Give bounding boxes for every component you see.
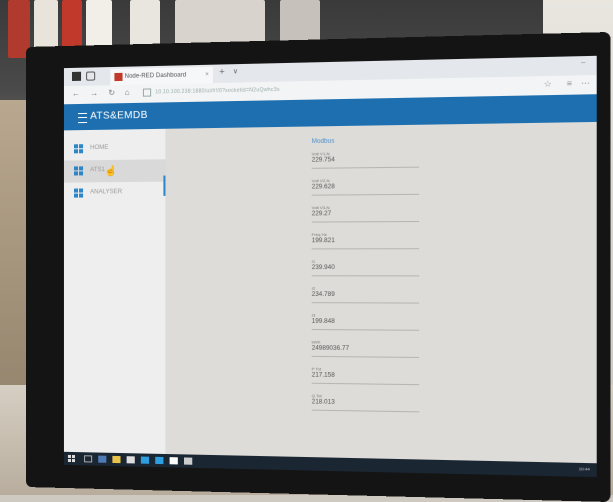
home-button[interactable]: ⌂ [125, 88, 130, 97]
field-value: 234.789 [311, 291, 335, 299]
field-value: 199.821 [311, 237, 335, 245]
readout-field: Freq Hz 199.821 [311, 231, 420, 258]
field-value: 229.628 [311, 184, 335, 191]
group-title: Modbus [311, 138, 335, 146]
node-red-favicon-icon [114, 72, 123, 82]
field-underline [311, 166, 420, 169]
app-title: ATS&EMDB [90, 109, 148, 122]
field-label: I2 [311, 285, 316, 291]
field-value: 218.013 [311, 399, 335, 406]
hub-icon[interactable]: ≡ [567, 79, 572, 89]
field-value: 24989036.77 [311, 345, 350, 353]
back-button[interactable]: ← [72, 89, 80, 98]
windows-start-icon[interactable] [67, 454, 76, 463]
readout-field: Volt V3-N 229.27 [311, 204, 420, 232]
sidebar-item-label: HOME [90, 144, 109, 152]
store-icon[interactable] [126, 456, 135, 464]
readout-field: I2 234.789 [311, 285, 420, 313]
field-underline [311, 248, 420, 250]
readout-field: I3 199.848 [311, 312, 420, 340]
field-underline [311, 329, 420, 331]
dashboard-icon [74, 144, 84, 154]
readout-field: P Tot 217.158 [311, 366, 420, 394]
field-underline [311, 409, 420, 413]
app-icon[interactable] [169, 457, 178, 465]
field-underline [311, 355, 420, 358]
sidebar-item-home[interactable]: HOME [64, 137, 166, 161]
more-menu-icon[interactable]: ⋯ [581, 78, 590, 88]
app-icon[interactable] [184, 457, 193, 465]
field-underline [311, 275, 420, 277]
readout-field: Volt V1-N 229.754 [311, 150, 420, 178]
readout-field: Q Tot 218.013 [311, 393, 420, 422]
mail-icon[interactable] [155, 456, 164, 465]
field-label: Volt V1-N [311, 151, 330, 157]
sidebar-item-label: ATS1 [90, 167, 105, 174]
field-value: 217.158 [311, 372, 335, 379]
tab-close-icon[interactable]: × [205, 67, 209, 83]
page-info-icon[interactable] [142, 88, 152, 97]
field-label: kWh [311, 339, 321, 345]
reload-button[interactable]: ↻ [108, 88, 115, 97]
field-underline [311, 302, 420, 304]
field-label: P Tot [311, 366, 322, 372]
forward-button[interactable]: → [90, 89, 98, 98]
sidebar-item-analyser[interactable]: ANALYSER [64, 182, 166, 205]
readout-field: Volt V2-N 229.628 [311, 177, 420, 205]
new-tab-button[interactable]: + [219, 66, 224, 76]
field-label: Volt V3-N [311, 204, 330, 211]
dashboard-icon [74, 166, 84, 176]
sidebar: HOME ATS1 ANALYSER ☝ [63, 128, 166, 454]
field-value: 229.754 [311, 157, 335, 164]
mouse-pointer-icon: ☝ [104, 165, 117, 178]
tab-list-dropdown[interactable]: ∨ [233, 67, 238, 75]
field-value: 229.27 [311, 211, 332, 218]
window-minimize-icon[interactable]: – [581, 59, 585, 67]
field-label: Q Tot [311, 393, 322, 399]
field-label: I3 [311, 312, 316, 318]
field-underline [311, 220, 420, 223]
field-underline [311, 382, 420, 386]
menu-toggle-icon[interactable] [78, 112, 88, 124]
tab-actions-icon[interactable] [71, 71, 82, 82]
field-label: I1 [311, 258, 316, 264]
field-value: 199.848 [311, 318, 335, 326]
sidebar-item-label: ANALYSER [90, 189, 123, 196]
url-field[interactable]: 10.10.100.238:1880/ui/#!/0?socketid=N2uQ… [155, 87, 280, 96]
tab-title: Node-RED Dashboard [124, 72, 187, 80]
favorites-star-icon[interactable]: ☆ [544, 79, 552, 89]
tab-preview-icon[interactable] [86, 71, 96, 81]
readout-field: I1 239.940 [311, 258, 420, 286]
field-label: Volt V2-N [311, 177, 330, 184]
monitor: hp Node-RED Dashboard × + ∨ – ← → ↻ ⌂ 10… [26, 31, 611, 502]
dashboard-icon [74, 188, 84, 198]
field-label: Freq Hz [311, 231, 327, 238]
field-underline [311, 193, 420, 196]
readout-field: kWh 24989036.77 [311, 339, 420, 367]
screen: Node-RED Dashboard × + ∨ – ← → ↻ ⌂ 10.10… [63, 55, 597, 478]
task-view-icon[interactable] [98, 455, 107, 463]
search-icon[interactable] [84, 455, 93, 463]
edge-browser-icon[interactable] [140, 456, 150, 464]
field-value: 239.940 [311, 264, 335, 272]
file-explorer-icon[interactable] [112, 455, 121, 464]
dashboard-content: Modbus Volt V1-N 229.754 Volt V2-N 229.628 V… [165, 121, 597, 464]
clock[interactable]: 10:44 [579, 466, 590, 472]
